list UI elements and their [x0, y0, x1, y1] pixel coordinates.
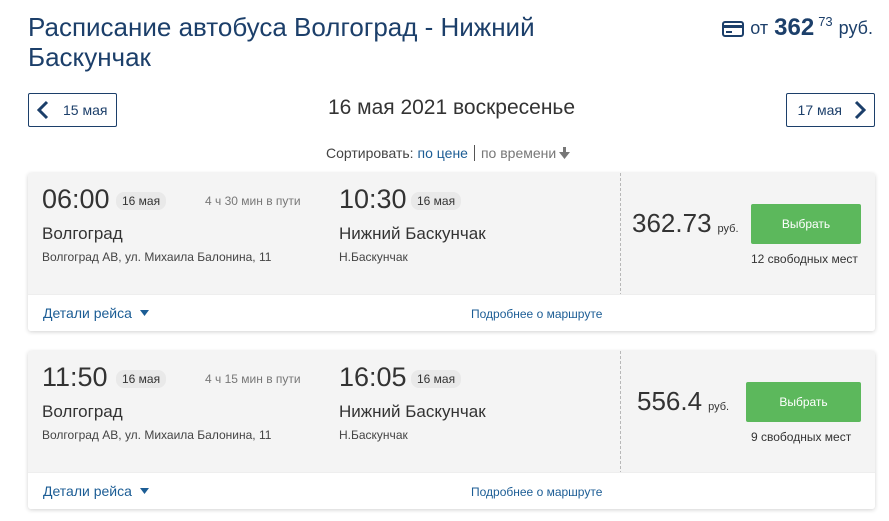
page-title: Расписание автобуса Волгоград - Нижний Б… — [28, 12, 535, 72]
route-more-link[interactable]: Подробнее о маршруте — [471, 307, 602, 321]
chevron-right-icon — [854, 100, 866, 120]
trip-price: 556.4 руб. — [637, 386, 729, 417]
trip-price-currency: руб. — [708, 401, 730, 413]
trip-card: 06:00 16 мая 4 ч 30 мин в пути 10:30 16 … — [28, 173, 875, 331]
arrival-date: 16 мая — [411, 370, 462, 388]
departure-stop: Волгоград АВ, ул. Михаила Балонина, 11 — [42, 428, 272, 442]
sort-by-price-link[interactable]: по цене — [418, 145, 475, 161]
trip-details-label: Детали рейса — [43, 305, 132, 321]
min-price-currency: руб. — [838, 18, 873, 38]
departure-city: Волгоград — [42, 224, 123, 243]
departure-time: 06:00 — [42, 184, 110, 214]
caret-down-icon — [139, 310, 149, 316]
min-price-amount: 362 — [774, 14, 815, 41]
arrival-city: Нижний Баскунчак — [339, 224, 486, 243]
sort-by-time-link[interactable]: по времени — [481, 145, 556, 161]
trip-details-toggle[interactable]: Детали рейса — [43, 305, 149, 321]
trip-card-footer — [28, 472, 875, 509]
trip-details-toggle[interactable]: Детали рейса — [43, 483, 149, 499]
trip-price-value: 362.73 — [632, 208, 712, 238]
caret-down-icon — [139, 488, 149, 494]
arrival-stop: Н.Баскунчак — [339, 250, 408, 264]
select-trip-button[interactable]: Выбрать — [746, 382, 861, 422]
min-price-cents: 73 — [818, 14, 833, 29]
arrival-time: 16:05 — [339, 362, 407, 392]
trip-price-value: 556.4 — [637, 386, 703, 416]
trip-card: 11:50 16 мая 4 ч 15 мин в пути 16:05 16 … — [28, 351, 875, 509]
free-seats: 12 свободных мест — [751, 252, 858, 266]
trip-details-label: Детали рейса — [43, 483, 132, 499]
min-price: от 362 73 руб. — [722, 14, 873, 42]
departure-city: Волгоград — [42, 402, 123, 421]
arrival-time: 10:30 — [339, 184, 407, 214]
credit-card-icon — [722, 21, 745, 37]
arrival-date: 16 мая — [411, 192, 462, 210]
route-more-link[interactable]: Подробнее о маршруте — [471, 485, 602, 499]
arrival-city: Нижний Баскунчак — [339, 402, 486, 421]
sort-bar: Сортировать: по цене по времени — [326, 145, 571, 161]
arrival-stop: Н.Баскунчак — [339, 428, 408, 442]
next-date-button[interactable]: 17 мая — [786, 93, 875, 127]
trip-duration: 4 ч 15 мин в пути — [205, 372, 301, 386]
next-date-label: 17 мая — [797, 102, 842, 118]
current-date: 16 мая 2021 воскресенье — [327, 96, 576, 119]
departure-date: 16 мая — [116, 192, 167, 210]
trip-card-footer — [28, 294, 875, 331]
free-seats: 9 свободных мест — [751, 430, 852, 444]
departure-date: 16 мая — [116, 370, 167, 388]
trip-duration: 4 ч 30 мин в пути — [205, 194, 301, 208]
departure-time: 11:50 — [42, 362, 108, 392]
trip-price-currency: руб. — [717, 223, 739, 235]
arrow-down-icon — [559, 147, 571, 159]
departure-stop: Волгоград АВ, ул. Михаила Балонина, 11 — [42, 250, 272, 264]
trip-price: 362.73 руб. — [632, 208, 739, 239]
min-price-from: от — [750, 18, 769, 38]
sort-label: Сортировать: — [326, 145, 414, 161]
select-trip-button[interactable]: Выбрать — [751, 204, 861, 244]
